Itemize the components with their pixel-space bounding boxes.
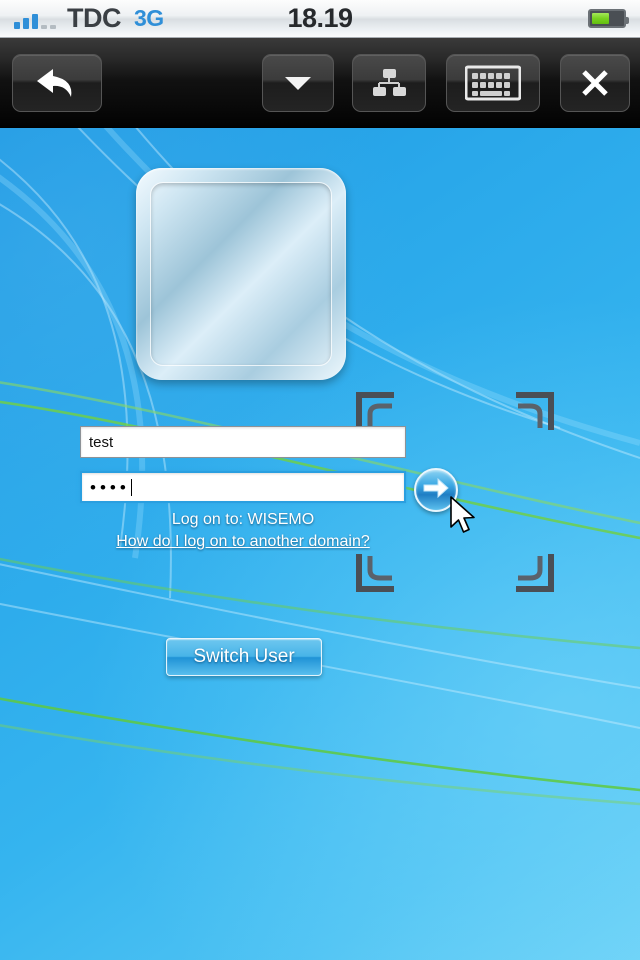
clock-label: 18.19 bbox=[287, 3, 353, 33]
selection-bracket-top-right bbox=[514, 392, 554, 432]
username-input[interactable]: test bbox=[80, 426, 406, 458]
password-masked-value: •••• bbox=[90, 477, 130, 497]
close-button[interactable] bbox=[560, 54, 630, 112]
keyboard-icon bbox=[465, 64, 521, 102]
back-arrow-icon bbox=[35, 66, 79, 100]
remote-desktop-view[interactable]: test •••• Log on to: WISEMO How do I log… bbox=[0, 128, 640, 960]
connection-tree-button[interactable] bbox=[352, 54, 426, 112]
dropdown-menu-button[interactable] bbox=[262, 54, 334, 112]
avatar-image-placeholder bbox=[150, 182, 332, 366]
text-caret bbox=[130, 478, 132, 496]
chevron-down-icon bbox=[283, 74, 313, 92]
user-avatar-frame[interactable] bbox=[136, 168, 346, 380]
logon-domain-label: Log on to: WISEMO bbox=[171, 511, 315, 528]
battery-fill bbox=[592, 13, 609, 24]
switch-user-button[interactable]: Switch User bbox=[166, 638, 322, 676]
battery-icon bbox=[588, 9, 629, 28]
status-bar: TDC 3G 18.19 bbox=[0, 0, 640, 38]
back-button[interactable] bbox=[12, 54, 102, 112]
close-icon bbox=[579, 67, 611, 99]
network-hierarchy-icon bbox=[370, 66, 408, 100]
domain-help-link[interactable]: How do I log on to another domain? bbox=[0, 533, 486, 551]
selection-bracket-bottom-left bbox=[356, 552, 396, 592]
phone-screen: TDC 3G 18.19 test •••• Log on to: WISEMO… bbox=[0, 0, 640, 960]
selection-bracket-bottom-right bbox=[514, 552, 554, 592]
app-toolbar bbox=[0, 38, 640, 128]
arrow-right-icon bbox=[422, 477, 450, 504]
password-input[interactable]: •••• bbox=[80, 471, 406, 503]
keyboard-button[interactable] bbox=[446, 54, 540, 112]
